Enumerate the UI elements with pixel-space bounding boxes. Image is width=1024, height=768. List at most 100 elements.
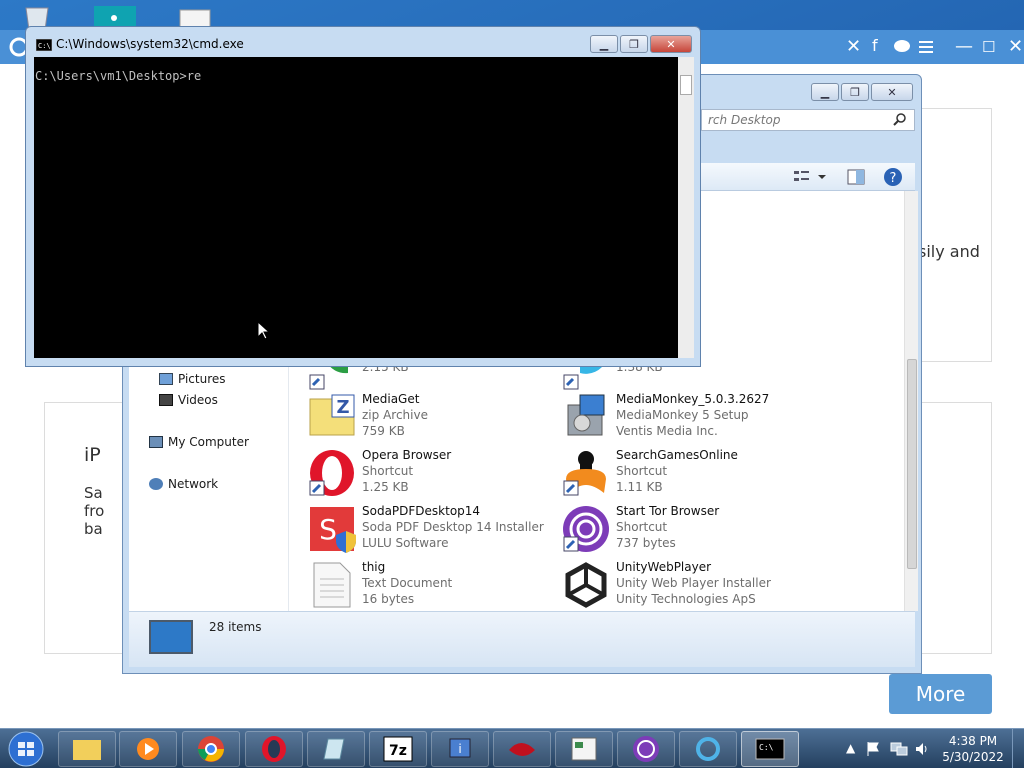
computer-icon [149,436,163,448]
taskbar-setup[interactable]: i [431,731,489,767]
card-heading: iP [84,444,101,466]
file-size: 1.11 KB [616,480,663,494]
more-button[interactable]: More [889,674,992,714]
file-name: MediaMonkey_5.0.3.2627 [616,392,770,406]
file-type: Shortcut [616,464,668,478]
nav-item-network[interactable]: Network [149,477,218,491]
search-icon[interactable] [893,113,907,127]
taskbar-document[interactable] [555,731,613,767]
media-player-icon [137,738,159,760]
nav-item-pictures[interactable]: Pictures [159,372,226,386]
nav-item-my-computer[interactable]: My Computer [149,435,249,449]
nav-label: Pictures [178,372,226,386]
opera-icon [262,736,286,762]
file-item[interactable]: UnityWebPlayer Unity Web Player Installe… [548,559,798,611]
cmd-icon: C:\ [36,39,52,51]
svg-text:i: i [458,742,461,756]
zip-archive-icon: Z [309,394,355,436]
taskbar-app[interactable] [307,731,365,767]
file-item[interactable]: thig Text Document 16 bytes [294,559,544,611]
maximize-button[interactable]: ❐ [841,83,869,101]
taskbar-media-player[interactable] [119,731,177,767]
taskbar-app-red[interactable] [493,731,551,767]
file-item[interactable]: S SodaPDFDesktop14 Soda PDF Desktop 14 I… [294,503,544,555]
close-button[interactable]: ✕ [871,83,913,101]
svg-text:C:\: C:\ [759,743,774,752]
nav-item-videos[interactable]: Videos [159,393,218,407]
taskbar-opera[interactable] [245,731,303,767]
refresh-app-icon [696,737,720,761]
nav-label: Network [168,477,219,491]
taskbar-app-circle[interactable] [679,731,737,767]
mouse-cursor-icon [257,321,271,340]
folder-icon [73,740,101,760]
file-size: 1.25 KB [362,480,409,494]
preview-pane-icon[interactable] [847,169,865,185]
card-text: sily and [918,242,980,261]
pictures-icon [159,373,173,385]
close-ad-icon[interactable]: ✕ [846,36,861,57]
prompt-line: C:\Users\vm1\Desktop>re [35,69,202,83]
taskbar-tor[interactable] [617,731,675,767]
file-name: UnityWebPlayer [616,560,712,574]
svg-text:?: ? [890,171,897,186]
file-type: Shortcut [616,520,668,534]
cmd-icon: C:\ [755,738,785,760]
close-button[interactable]: ✕ [650,35,692,53]
flag-icon[interactable] [866,741,882,757]
red-app-icon [509,743,535,756]
view-options-icon[interactable] [793,169,827,185]
file-name: Opera Browser [362,448,452,462]
clock[interactable]: 4:38 PM 5/30/2022 [938,733,1008,765]
taskbar-cmd[interactable]: C:\ [741,731,799,767]
edit-icon[interactable] [918,39,938,55]
network-icon[interactable] [890,741,908,757]
taskbar-7zip[interactable]: 7z [369,731,427,767]
vertical-scrollbar[interactable] [904,191,918,611]
file-item[interactable]: Z MediaGet zip Archive 759 KB [294,391,544,443]
cmd-window[interactable]: C:\ C:\Windows\system32\cmd.exe ▁ ❐ ✕ C:… [25,26,701,367]
minimize-button[interactable]: ▁ [811,83,839,101]
file-item[interactable]: MediaMonkey_5.0.3.2627 MediaMonkey 5 Set… [548,391,798,443]
item-count: 28 items [209,620,262,634]
file-item[interactable]: SearchGamesOnline Shortcut 1.11 KB [548,447,798,499]
maximize-icon[interactable]: ☐ [982,38,995,56]
sodapdf-icon: S [310,507,356,553]
minimize-button[interactable]: ▁ [590,35,618,53]
close-icon[interactable]: ✕ [1008,36,1023,57]
taskbar-chrome[interactable] [182,731,240,767]
cmd-console[interactable]: C:\Users\vm1\Desktop>re [34,57,678,358]
desktop-folder-icon [149,620,193,654]
file-publisher: Ventis Media Inc. [616,424,718,438]
scrollbar-thumb[interactable] [680,75,692,95]
file-type: MediaMonkey 5 Setup [616,408,749,422]
maximize-button[interactable]: ❐ [620,35,648,53]
card-text: Sa fro ba [84,484,105,538]
file-name: Start Tor Browser [616,504,720,518]
show-desktop-button[interactable] [1012,729,1024,768]
file-type: zip Archive [362,408,428,422]
file-item[interactable]: Start Tor Browser Shortcut 737 bytes [548,503,798,555]
text-document-icon [313,562,351,608]
volume-icon[interactable] [914,741,930,757]
file-publisher: LULU Software [362,536,449,550]
chat-icon[interactable] [892,38,912,56]
help-icon[interactable]: ? [883,167,903,187]
cmd-scrollbar[interactable] [678,57,694,358]
time: 4:38 PM [948,734,998,748]
f-icon[interactable]: f [872,36,878,55]
status-bar: 28 items [129,611,915,667]
minimize-icon[interactable]: — [955,36,973,57]
svg-text:Z: Z [336,397,349,418]
start-button[interactable] [4,730,48,768]
search-input[interactable]: rch Desktop [701,109,915,131]
file-type: Text Document [362,576,453,590]
network-icon [149,478,163,490]
scrollbar-thumb[interactable] [907,359,917,569]
file-item[interactable]: Opera Browser Shortcut 1.25 KB [294,447,544,499]
show-hidden-icons-icon[interactable]: ▲ [846,741,855,755]
file-name: thig [362,560,386,574]
file-type: Shortcut [362,464,414,478]
nav-label: Videos [178,393,218,407]
taskbar-explorer[interactable] [58,731,116,767]
